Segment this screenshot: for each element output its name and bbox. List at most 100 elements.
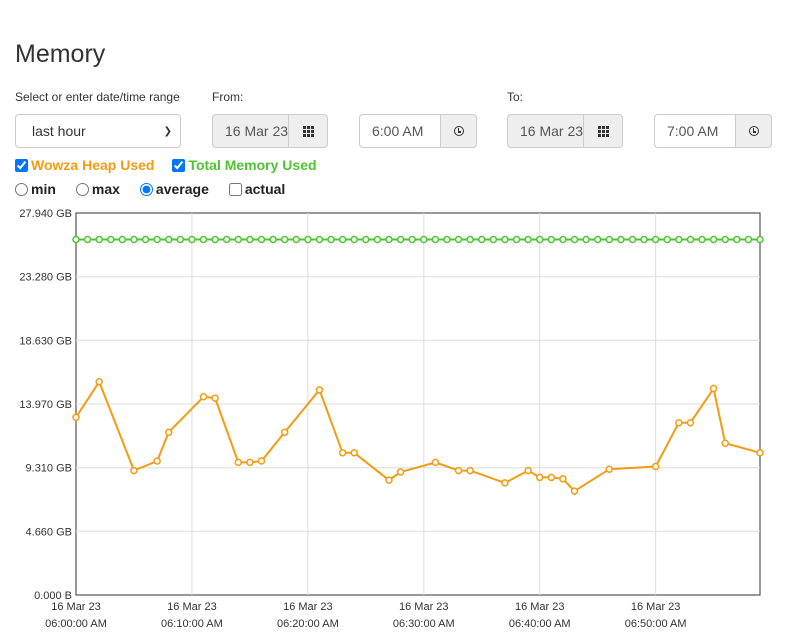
y-tick-label: 23.280 GB [19,272,72,284]
x-tick-time-label: 06:40:00 AM [509,618,571,630]
data-point [547,473,556,482]
data-point [246,235,254,244]
mode-actual-checkbox[interactable] [228,182,242,196]
data-point [72,413,80,422]
data-point [338,235,347,244]
mode-max[interactable]: max [75,181,120,197]
to-time-input[interactable]: 7:00 AM [654,114,735,148]
data-point [651,462,660,471]
data-point [292,235,301,244]
wowza-heap-checkbox[interactable] [15,158,28,172]
data-point [686,235,695,244]
x-tick-date-label: 16 Mar 23 [167,601,217,613]
data-point [257,457,266,465]
from-date-input[interactable]: 16 Mar 23 [212,114,288,148]
data-point [373,235,382,244]
x-tick-date-label: 16 Mar 23 [399,601,449,613]
data-point [709,384,718,393]
data-point [164,428,173,437]
data-point [559,235,567,244]
to-label: To: [507,90,524,104]
data-point [385,476,393,484]
y-tick-label: 4.660 GB [26,526,72,538]
data-point [744,235,753,244]
chevron-down-icon: ❯ [163,125,172,137]
calendar-grid-icon [597,125,609,137]
data-point [640,235,648,244]
total-memory-checkbox[interactable] [172,158,186,172]
mode-min-radio[interactable] [15,182,28,196]
from-clock-button[interactable] [440,114,477,148]
range-select[interactable]: last hour ❯ [15,114,181,148]
data-point [582,235,590,244]
data-point [593,235,602,244]
data-point [107,235,115,244]
mode-average-label: average [155,181,209,197]
range-label: Select or enter date/time range [15,90,180,104]
data-point [269,235,277,244]
series-toggles: Wowza Heap Used Total Memory Used [15,157,335,173]
data-point [651,235,660,244]
data-point [570,235,579,244]
data-point [535,473,544,482]
from-calendar-button[interactable] [288,114,328,148]
data-point [234,458,243,467]
data-point [512,235,521,244]
to-date-input[interactable]: 16 Mar 23 [507,114,583,148]
to-calendar-button[interactable] [583,114,623,148]
to-clock-button[interactable] [735,114,772,148]
data-point [698,235,706,244]
mode-actual[interactable]: actual [228,181,285,197]
mode-average[interactable]: average [139,181,209,197]
data-point [431,235,440,244]
from-time-input[interactable]: 6:00 AM [359,114,440,148]
y-tick-label: 18.630 GB [19,335,72,347]
data-point [72,235,80,244]
memory-chart: 0.000 B4.660 GB9.310 GB13.970 GB18.630 G… [19,208,764,630]
data-point [315,235,324,244]
data-point [130,466,138,475]
to-date-group: 16 Mar 23 [507,114,623,148]
wowza-heap-label: Wowza Heap Used [31,157,155,173]
x-tick-date-label: 16 Mar 23 [51,601,101,613]
clock-icon [748,126,759,136]
data-point [547,235,556,244]
calendar-grid-icon [302,125,314,137]
y-tick-label: 13.970 GB [19,399,72,411]
data-point [315,386,324,394]
data-point [756,449,764,457]
data-point [721,235,729,244]
data-point [118,235,127,244]
page-title: Memory [15,40,106,68]
data-point [501,479,509,487]
data-point [234,235,243,244]
data-point [454,466,463,475]
data-point [95,235,103,244]
mode-min[interactable]: min [15,181,56,197]
mode-average-radio[interactable] [139,182,153,196]
data-point [559,475,567,483]
data-point [478,235,486,244]
data-point [327,235,335,244]
mode-max-label: max [91,181,120,197]
y-tick-label: 27.940 GB [19,208,72,220]
data-point [675,235,683,244]
data-point [385,235,393,244]
data-point [524,235,532,244]
data-point [153,235,161,244]
data-point [605,235,614,244]
data-point [454,235,463,244]
data-point [443,235,451,244]
mode-max-radio[interactable] [75,182,89,196]
data-point [628,235,637,244]
toggle-total-memory[interactable]: Total Memory Used [172,157,317,173]
data-point [141,235,150,244]
data-point [257,235,266,244]
data-point [501,235,509,244]
data-point [222,235,231,244]
clock-icon [453,126,464,136]
x-tick-date-label: 16 Mar 23 [515,601,565,613]
data-point [304,235,312,244]
toggle-wowza-heap[interactable]: Wowza Heap Used [15,157,154,173]
data-point [524,466,532,475]
